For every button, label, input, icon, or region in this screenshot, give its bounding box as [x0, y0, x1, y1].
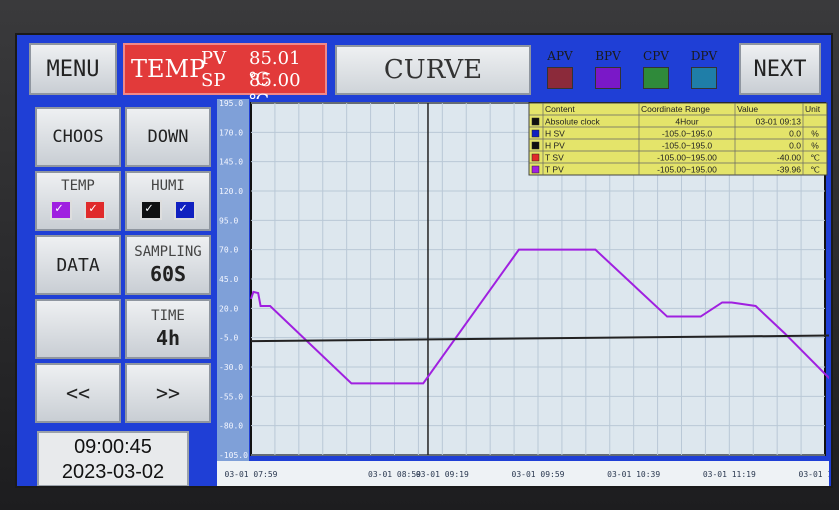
y-tick-label: 145.0 — [219, 158, 243, 167]
table-cell: % — [811, 141, 819, 151]
legend-dpv-label: DPV — [690, 49, 718, 63]
table-cell: 0.0 — [789, 141, 801, 151]
y-tick-label: -105.0 — [219, 451, 248, 460]
clock-time: 09:00:45 — [74, 436, 152, 458]
humi-select[interactable]: HUMI — [125, 171, 211, 231]
y-tick-label: -5.0 — [219, 334, 238, 343]
y-tick-label: 70.0 — [219, 246, 238, 255]
y-tick-label: 170.0 — [219, 128, 243, 137]
temp-check-b-icon[interactable] — [84, 199, 106, 220]
chart-svg: 195.0 170.0 145.0 120.0 95.0 70.0 45.0 20.0 -5.0… — [217, 99, 831, 486]
time-label: TIME — [151, 308, 185, 324]
table-cell: T PV — [545, 165, 564, 175]
legend-apv-label: APV — [547, 49, 573, 63]
legend-bpv[interactable]: BPV — [592, 49, 624, 89]
legend-apv-swatch — [547, 67, 573, 89]
time-button[interactable]: TIME 4h — [125, 299, 211, 359]
y-axis-strip — [217, 99, 249, 469]
sp-label: SP — [201, 70, 226, 91]
table-cell: -105.00~195.00 — [657, 153, 717, 163]
x-tick-label: 03-01 09:59 — [512, 470, 565, 479]
page-title: CURVE — [335, 45, 531, 95]
scroll-back-button[interactable]: << — [35, 363, 121, 423]
y-tick-label: -80.0 — [219, 422, 243, 431]
time-value: 4h — [155, 326, 181, 350]
x-tick-label: 03-01 11:19 — [703, 470, 756, 479]
y-tick-label: 20.0 — [219, 304, 238, 313]
next-page-button[interactable]: NEXT — [739, 43, 821, 95]
table-cell: ℃ — [810, 153, 820, 163]
y-tick-label: 195.0 — [219, 99, 243, 108]
table-row-swatch — [531, 129, 540, 138]
table-header-1: Coordinate Range — [641, 104, 710, 114]
legend-dpv[interactable]: DPV — [688, 49, 720, 89]
table-cell: T SV — [545, 153, 564, 163]
scroll-forward-button[interactable]: >> — [125, 363, 211, 423]
humi-check-a-icon[interactable] — [140, 199, 162, 220]
curve-chart[interactable]: 195.0 170.0 145.0 120.0 95.0 70.0 45.0 20.0 -5.0… — [217, 99, 831, 486]
humi-check-b-icon[interactable] — [174, 199, 196, 220]
choose-button[interactable]: CHOOS — [35, 107, 121, 167]
legend-bpv-swatch — [595, 67, 621, 89]
legend-cpv-swatch — [643, 67, 669, 89]
table-cell: -105.00~195.00 — [657, 165, 717, 175]
x-tick-label: 03-01 08:59 — [368, 470, 421, 479]
table-cell: 0.0 — [789, 129, 801, 139]
temp-check-a-icon[interactable] — [50, 199, 72, 220]
clock-display: 09:00:45 2023-03-02 — [37, 431, 189, 486]
table-header-2: Value — [737, 104, 758, 114]
x-tick-label: 03-01 10:39 — [607, 470, 660, 479]
blank-button[interactable] — [35, 299, 121, 359]
table-cell: 4Hour — [675, 117, 698, 127]
table-cell: 03-01 09:13 — [756, 117, 802, 127]
table-cell: -105.0~195.0 — [662, 129, 713, 139]
table-cell: H PV — [545, 141, 565, 151]
table-cell: -105.0~195.0 — [662, 141, 713, 151]
temperature-display: TEMP PV SP 85.01 ℃ 85.00 ℃ — [123, 43, 327, 112]
down-button[interactable]: DOWN — [125, 107, 211, 167]
data-button[interactable]: DATA — [35, 235, 121, 295]
temp-label: TEMP — [131, 55, 206, 83]
temp-select-label: TEMP — [61, 177, 95, 194]
hmi-screen: MENU TEMP PV SP 85.01 ℃ 85.00 ℃ CURVE AP… — [15, 33, 833, 488]
table-cell: H SV — [545, 129, 565, 139]
legend-bpv-label: BPV — [595, 49, 621, 63]
x-tick-label: 03-01 11:59 — [799, 470, 829, 479]
humi-select-label: HUMI — [151, 177, 185, 194]
table-row-swatch — [531, 153, 540, 162]
menu-button[interactable]: MENU — [29, 43, 117, 95]
clock-date: 2023-03-02 — [61, 461, 165, 483]
table-row-swatch — [531, 165, 540, 174]
table-header-3: Unit — [805, 104, 821, 114]
temp-select[interactable]: TEMP — [35, 171, 121, 231]
y-tick-label: 120.0 — [219, 187, 243, 196]
x-tick-label: 03-01 09:19 — [416, 470, 469, 479]
x-tick-label: 03-01 07:59 — [225, 470, 278, 479]
y-tick-label: 45.0 — [219, 275, 238, 284]
sampling-button[interactable]: SAMPLING 60S — [125, 235, 211, 295]
y-tick-label: 95.0 — [219, 216, 238, 225]
sampling-value: 60S — [149, 262, 187, 286]
legend-dpv-swatch — [691, 67, 717, 89]
y-tick-label: -30.0 — [219, 363, 243, 372]
pv-label: PV — [201, 48, 227, 69]
table-cell: -40.00 — [777, 153, 801, 163]
table-cell: % — [811, 129, 819, 139]
table-row-swatch — [531, 117, 540, 126]
table-header-0: Content — [545, 104, 575, 114]
table-cell: ℃ — [810, 165, 820, 175]
y-tick-label: -55.0 — [219, 392, 243, 401]
legend-apv[interactable]: APV — [544, 49, 576, 89]
legend-cpv-label: CPV — [643, 49, 669, 63]
legend-cpv[interactable]: CPV — [640, 49, 672, 89]
table-cell: -39.96 — [777, 165, 801, 175]
sampling-label: SAMPLING — [134, 244, 202, 260]
table-cell: Absolute clock — [545, 117, 601, 127]
table-row-swatch — [531, 141, 540, 150]
